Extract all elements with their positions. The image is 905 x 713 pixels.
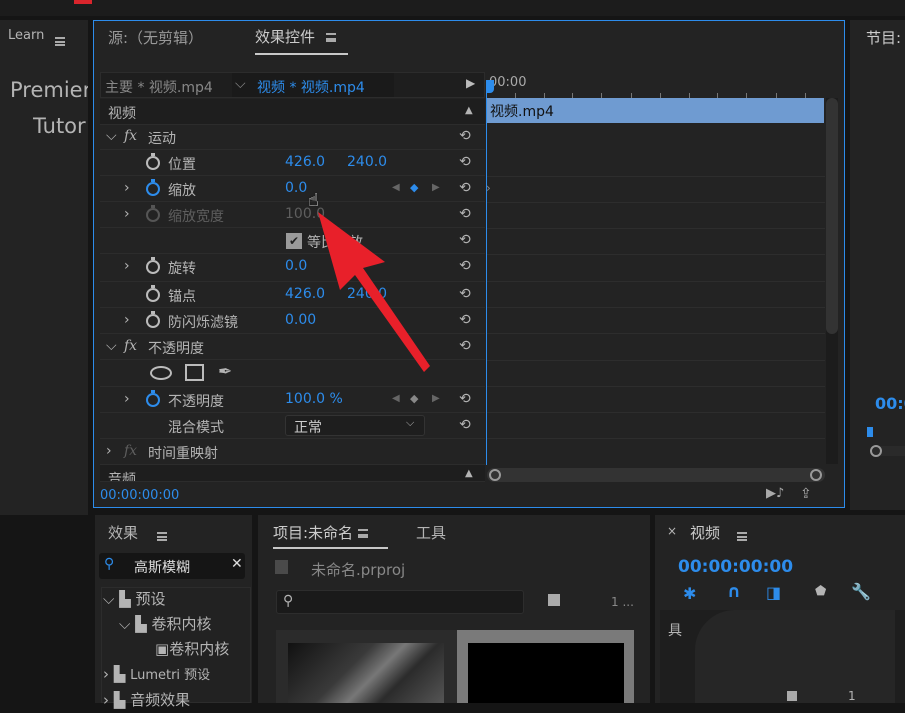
hand-cursor-icon: ☝ xyxy=(308,190,319,211)
red-arrow-shape xyxy=(318,212,430,372)
annotation-arrow xyxy=(318,212,430,372)
